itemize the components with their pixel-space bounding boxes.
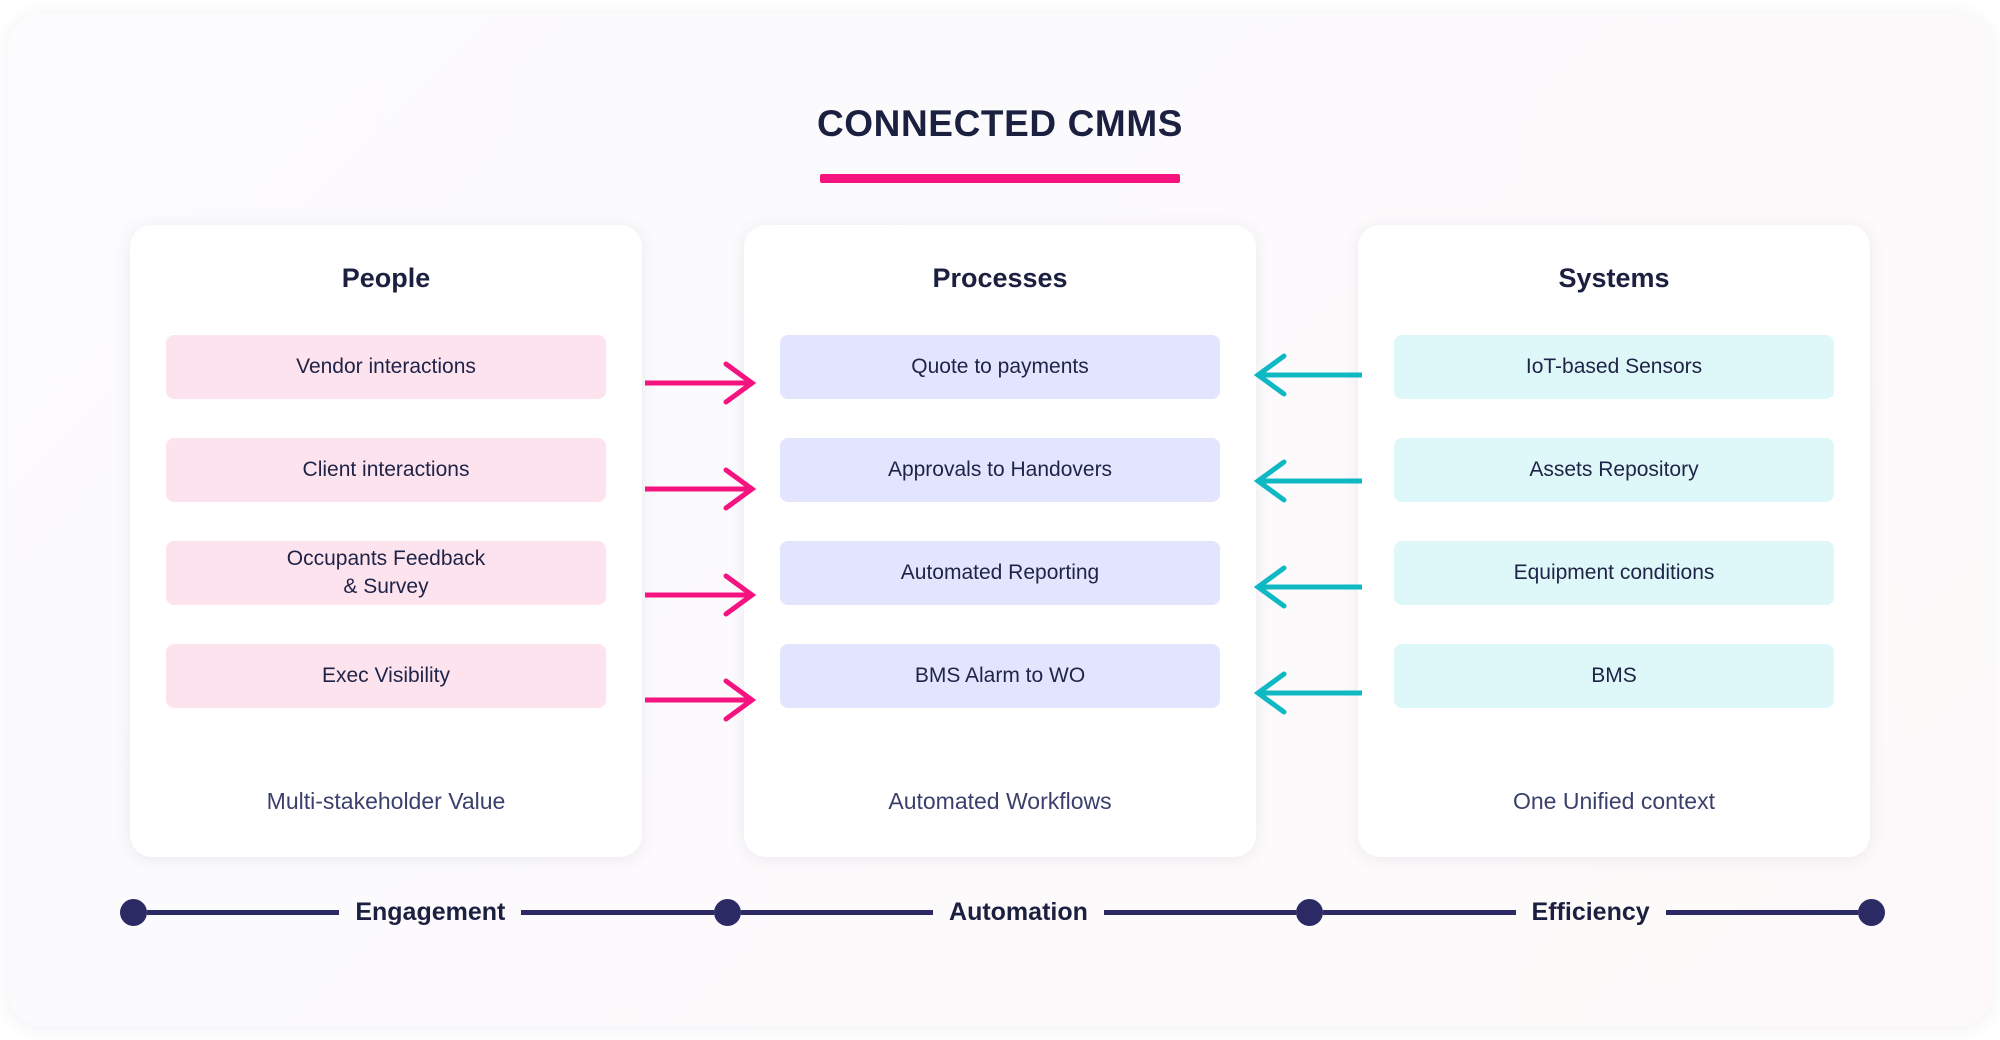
timeline: Engagement Automation Efficiency	[120, 888, 1885, 936]
title-underline-accent	[820, 174, 1180, 183]
pill-stack-people: Vendor interactions Client interactions …	[166, 335, 606, 747]
diagram-root: CONNECTED CMMS People Vendor interaction…	[0, 0, 2000, 1040]
timeline-dot-3	[1857, 898, 1885, 926]
pill-systems-0[interactable]: IoT-based Sensors	[1394, 335, 1834, 399]
timeline-label-automation: Automation	[949, 897, 1088, 926]
timeline-line-2a	[1323, 909, 1516, 915]
column-title-systems: Systems	[1558, 263, 1670, 293]
pill-people-0[interactable]: Vendor interactions	[166, 335, 606, 399]
column-card-systems[interactable]: Systems IoT-based Sensors Assets Reposit…	[1358, 225, 1870, 857]
page-title: CONNECTED CMMS	[0, 105, 2000, 183]
pill-label: Exec Visibility	[322, 663, 450, 687]
pill-label: Equipment conditions	[1513, 560, 1715, 584]
column-card-processes[interactable]: Processes Quote to payments Approvals to…	[744, 225, 1256, 857]
column-title-people: People	[341, 263, 431, 293]
pill-processes-0[interactable]: Quote to payments	[780, 335, 1220, 399]
column-footer-systems: One Unified context	[1512, 788, 1715, 814]
pill-processes-1[interactable]: Approvals to Handovers	[780, 438, 1220, 502]
column-title-processes: Processes	[932, 263, 1068, 293]
timeline-line-0b	[521, 909, 714, 915]
pill-people-3[interactable]: Exec Visibility	[166, 644, 606, 708]
pill-label: Vendor interactions	[296, 354, 476, 378]
timeline-label-engagement: Engagement	[355, 897, 506, 926]
pill-label: Approvals to Handovers	[887, 457, 1113, 481]
pill-label: IoT-based Sensors	[1525, 354, 1703, 378]
pill-people-1[interactable]: Client interactions	[166, 438, 606, 502]
pill-systems-2[interactable]: Equipment conditions	[1394, 541, 1834, 605]
columns-container: People Vendor interactions Client intera…	[130, 225, 1870, 857]
pill-label: Client interactions	[302, 457, 470, 481]
page-title-text: CONNECTED CMMS	[816, 103, 1184, 144]
pill-stack-processes: Quote to payments Approvals to Handovers…	[780, 335, 1220, 747]
timeline-line-1a	[740, 909, 934, 915]
column-card-people[interactable]: People Vendor interactions Client intera…	[130, 225, 642, 857]
pill-label: Automated Reporting	[900, 560, 1100, 584]
pill-label: BMS	[1591, 663, 1637, 687]
pill-people-2[interactable]: Occupants Feedback & Survey	[166, 541, 606, 605]
pill-label: BMS Alarm to WO	[914, 663, 1086, 687]
timeline-label-efficiency: Efficiency	[1531, 897, 1650, 926]
column-footer-processes: Automated Workflows	[888, 788, 1112, 814]
pill-systems-1[interactable]: Assets Repository	[1394, 438, 1834, 502]
pill-label: Quote to payments	[911, 354, 1089, 378]
timeline-dot-1	[713, 898, 741, 926]
pill-processes-3[interactable]: BMS Alarm to WO	[780, 644, 1220, 708]
timeline-line-1b	[1103, 909, 1297, 915]
timeline-dot-0	[120, 898, 147, 926]
timeline-dot-2	[1296, 898, 1324, 926]
pill-processes-2[interactable]: Automated Reporting	[780, 541, 1220, 605]
pill-stack-systems: IoT-based Sensors Assets Repository Equi…	[1394, 335, 1834, 747]
timeline-line-0a	[147, 909, 340, 915]
timeline-line-2b	[1665, 909, 1858, 915]
pill-label: Occupants Feedback & Survey	[286, 546, 486, 598]
column-footer-people: Multi-stakeholder Value	[266, 788, 506, 814]
pill-label: Assets Repository	[1529, 457, 1699, 481]
pill-systems-3[interactable]: BMS	[1394, 644, 1834, 708]
